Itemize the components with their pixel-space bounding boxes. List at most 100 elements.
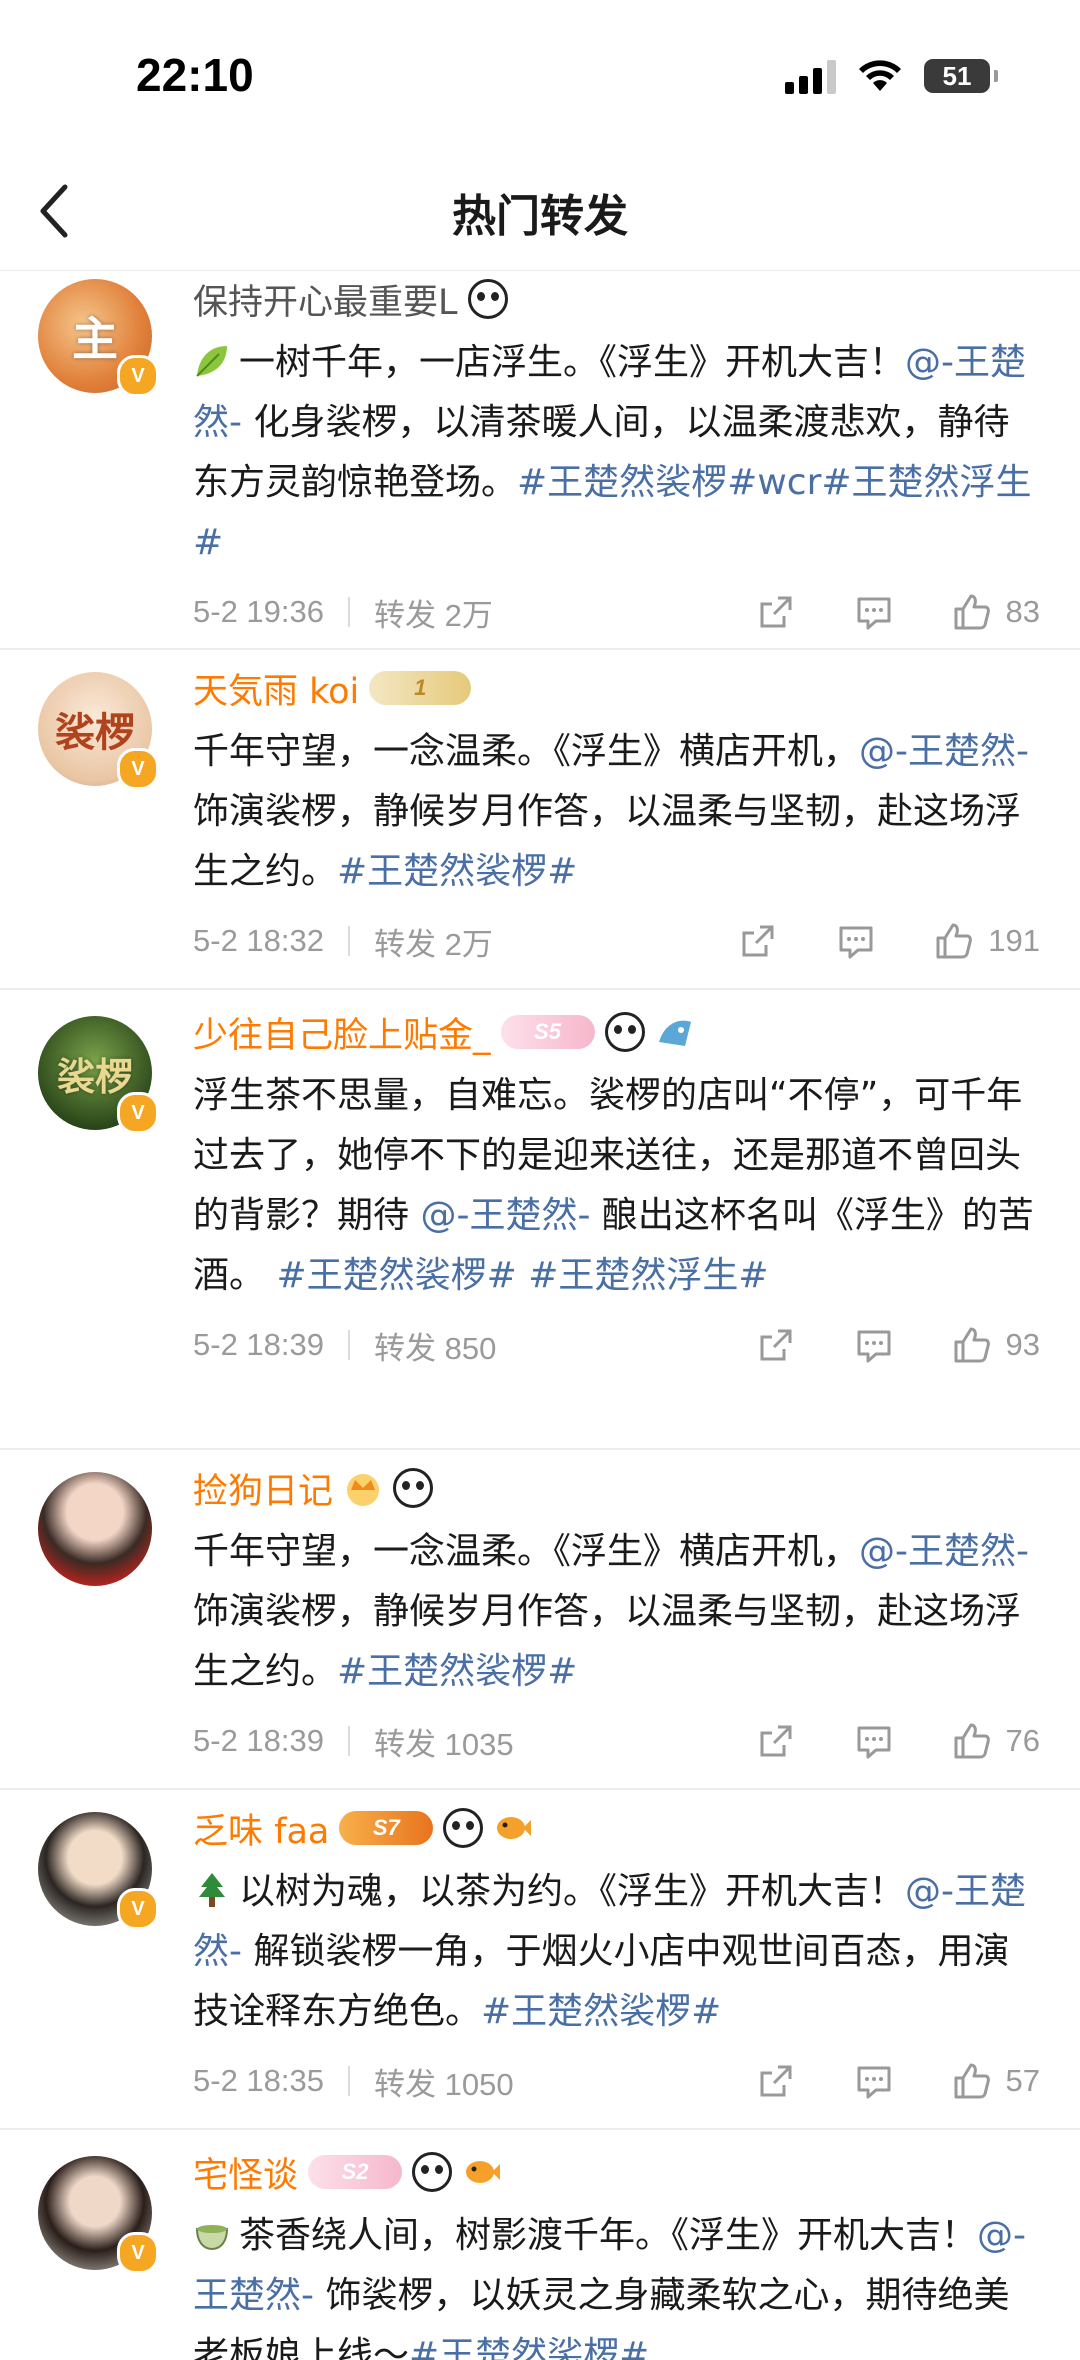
page-title: 热门转发	[452, 191, 628, 242]
divider	[348, 597, 350, 627]
post-text: 千年守望，一念温柔。《浮生》横店开机，@-王楚然- 饰演裟椤，静候岁月作答，以温…	[193, 722, 1040, 902]
comment-icon[interactable]	[836, 921, 876, 961]
verified-badge-icon: V	[117, 1092, 159, 1134]
status-time: 22:10	[136, 49, 254, 101]
username[interactable]: 保持开心最重要L	[193, 274, 458, 325]
verified-badge-icon: V	[117, 2232, 159, 2274]
divider	[348, 926, 350, 956]
hashtag-link[interactable]: #王楚然裟椤#	[481, 1991, 721, 2032]
repost-count: 转发 1035	[374, 1726, 514, 1762]
post-date: 5-2 19:36	[193, 594, 324, 629]
panda-icon	[412, 2152, 453, 2192]
thumbs-up-icon	[954, 2063, 990, 2099]
panda-icon	[467, 279, 508, 319]
post-item[interactable]: V 宅怪谈 S2 茶香绕人间，树影渡千年。《浮生》开机大吉！@-王楚然- 饰裟椤…	[0, 2130, 1080, 2360]
verified-badge-icon: V	[117, 1888, 159, 1930]
post-meta: 5-2 19:36 转发 2万 83	[193, 573, 1040, 651]
thumbs-up-icon	[954, 594, 990, 630]
post-text-rest: 饰演裟椤，静候岁月作答，以温柔与坚韧，赴这场浮生之约。	[193, 1591, 1022, 1692]
avatar[interactable]	[38, 1472, 152, 1586]
username[interactable]: 天気雨 koi	[193, 663, 359, 714]
share-icon[interactable]	[756, 1325, 796, 1365]
divider	[348, 1330, 350, 1360]
thumbs-up-icon	[954, 1327, 990, 1363]
shark-icon	[658, 1020, 691, 1046]
divider	[348, 2066, 350, 2096]
post-text: 千年守望，一念温柔。《浮生》横店开机，@-王楚然- 饰演裟椤，静候岁月作答，以温…	[193, 1522, 1040, 1702]
share-icon[interactable]	[756, 2061, 796, 2101]
hashtag-link[interactable]: #王楚然裟椤# #王楚然浮生#	[276, 1255, 768, 1296]
member-level-badge: 1	[369, 671, 472, 705]
username[interactable]: 捡狗日记	[193, 1463, 333, 1514]
verified-badge-icon: V	[117, 355, 159, 397]
hashtag-link[interactable]: #王楚然裟椤#	[337, 851, 577, 892]
repost-count: 转发 850	[374, 1330, 497, 1366]
post-date: 5-2 18:32	[193, 923, 324, 958]
panda-icon	[604, 1012, 645, 1052]
status-bar: 22:10 51	[0, 0, 1080, 150]
hashtag-link[interactable]: #王楚然裟椤#	[409, 2335, 649, 2360]
like-button[interactable]: 93	[952, 1325, 1040, 1365]
comment-icon[interactable]	[854, 1721, 894, 1761]
repost-count: 转发 2万	[374, 597, 493, 633]
post-date: 5-2 18:39	[193, 1723, 324, 1758]
hashtag-link[interactable]: #王楚然裟椤#	[337, 1651, 577, 1692]
like-button[interactable]: 76	[952, 1721, 1040, 1761]
member-level-badge: S7	[339, 1811, 434, 1845]
crown-icon	[347, 1474, 380, 1506]
username[interactable]: 少往自己脸上贴金_	[193, 1007, 491, 1058]
username[interactable]: 宅怪谈	[193, 2147, 298, 2198]
comment-icon[interactable]	[854, 1325, 894, 1365]
repost-feed: 主 V 保持开心最重要L 一树千年，一店浮生。《浮生》开机大吉！@-王楚然- 化…	[0, 271, 1080, 2360]
like-button[interactable]: 191	[934, 921, 1040, 961]
like-button[interactable]: 83	[952, 592, 1040, 632]
wifi-icon	[859, 60, 901, 91]
post-date: 5-2 18:39	[193, 1327, 324, 1362]
cellular-signal-icon	[785, 58, 836, 94]
like-count: 57	[1005, 2063, 1040, 2098]
post-date: 5-2 18:35	[193, 2063, 324, 2098]
comment-icon[interactable]	[854, 2061, 894, 2101]
like-count: 83	[1005, 594, 1040, 629]
like-button[interactable]: 57	[952, 2061, 1040, 2101]
post-item[interactable]: V 乏味 faa S7 以树为魂，以茶为约。《浮生》开机大吉！@-王楚然- 解锁…	[0, 1790, 1080, 2130]
verified-badge-icon: V	[117, 748, 159, 790]
share-icon[interactable]	[756, 1721, 796, 1761]
tree-icon	[199, 1873, 225, 1907]
post-text: 以树为魂，以茶为约。《浮生》开机大吉！@-王楚然- 解锁裟椤一角，于烟火小店中观…	[193, 1862, 1040, 2042]
mention-link[interactable]: @-王楚然-	[420, 1195, 590, 1236]
post-text-rest: 饰演裟椤，静候岁月作答，以温柔与坚韧，赴这场浮生之约。	[193, 791, 1022, 892]
battery-icon: 51	[924, 59, 998, 93]
post-text: 浮生茶不思量，自难忘。裟椤的店叫“不停”，可千年过去了，她停不下的是迎来送往，还…	[193, 1066, 1040, 1306]
like-count: 93	[1005, 1327, 1040, 1362]
post-item[interactable]: 裟椤 V 少往自己脸上贴金_ S5 浮生茶不思量，自难忘。裟椤的店叫“不停”，可…	[0, 990, 1080, 1450]
post-item[interactable]: 主 V 保持开心最重要L 一树千年，一店浮生。《浮生》开机大吉！@-王楚然- 化…	[0, 271, 1080, 650]
leaf-icon	[196, 346, 227, 377]
post-meta: 5-2 18:39 转发 850 93	[193, 1306, 1040, 1384]
member-level-badge: S2	[308, 2155, 403, 2189]
post-text: 茶香绕人间，树影渡千年。《浮生》开机大吉！@-王楚然- 饰裟椤，以妖灵之身藏柔软…	[193, 2206, 1040, 2360]
post-text-main: 一树千年，一店浮生。《浮生》开机大吉！	[239, 342, 906, 383]
mention-link[interactable]: @-王楚然-	[859, 731, 1029, 772]
repost-count: 转发 2万	[374, 926, 493, 962]
post-item[interactable]: 裟椤 V 天気雨 koi 1 千年守望，一念温柔。《浮生》横店开机，@-王楚然-…	[0, 650, 1080, 990]
panda-icon	[393, 1468, 434, 1508]
username[interactable]: 乏味 faa	[193, 1803, 329, 1854]
repost-count: 转发 1050	[374, 2066, 514, 2102]
tea-icon	[195, 2225, 229, 2251]
fish-icon	[466, 2161, 501, 2183]
comment-icon[interactable]	[854, 592, 894, 632]
share-icon[interactable]	[738, 921, 778, 961]
panda-icon	[443, 1808, 484, 1848]
divider	[348, 1726, 350, 1756]
post-text-main: 千年守望，一念温柔。《浮生》横店开机，	[193, 731, 860, 772]
status-icons: 51	[785, 58, 998, 94]
post-text-main: 茶香绕人间，树影渡千年。《浮生》开机大吉！	[239, 2215, 978, 2256]
mention-link[interactable]: @-王楚然-	[859, 1531, 1029, 1572]
nav-bar: 热门转发	[0, 150, 1080, 271]
share-icon[interactable]	[756, 592, 796, 632]
like-count: 76	[1005, 1723, 1040, 1758]
post-meta: 5-2 18:32 转发 2万 191	[193, 902, 1040, 980]
post-meta: 5-2 18:39 转发 1035 76	[193, 1702, 1040, 1780]
post-item[interactable]: 捡狗日记 千年守望，一念温柔。《浮生》横店开机，@-王楚然- 饰演裟椤，静候岁月…	[0, 1450, 1080, 1790]
